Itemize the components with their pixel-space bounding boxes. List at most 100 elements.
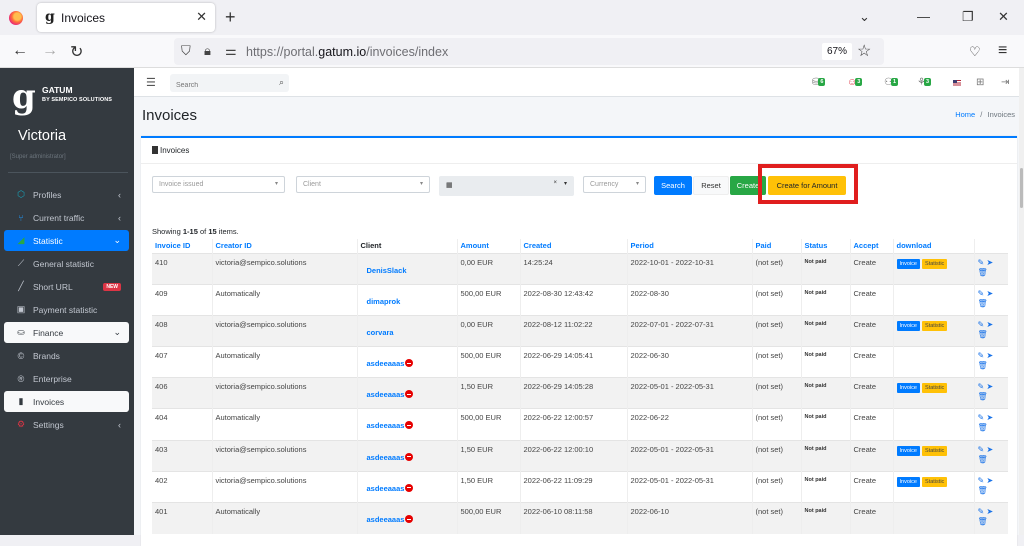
header-download[interactable]: download	[892, 239, 974, 253]
edit-icon[interactable]: ✎	[978, 445, 985, 454]
send-icon[interactable]: ➤	[986, 445, 993, 454]
client-link[interactable]: asdeeaaas	[367, 484, 405, 493]
reset-button[interactable]: Reset	[693, 176, 729, 195]
minimize-icon[interactable]: —	[917, 9, 930, 24]
edit-icon[interactable]: ✎	[978, 507, 985, 516]
send-icon[interactable]: ➤	[986, 382, 993, 391]
client-link[interactable]: asdeeaaas	[367, 453, 405, 462]
notifications-money-icon[interactable]: ⛁6	[812, 77, 826, 88]
send-icon[interactable]: ➤	[986, 507, 993, 516]
header-invoice-id[interactable]: Invoice ID	[152, 239, 212, 253]
sidebar-item-statistic[interactable]: ◢ Statistic ⌄	[4, 230, 129, 251]
gatum-logo-icon[interactable]: g	[12, 80, 36, 114]
search-button[interactable]: Search	[654, 176, 692, 195]
header-amount[interactable]: Amount	[456, 239, 520, 253]
delete-icon[interactable]: 🗑︎	[978, 455, 988, 464]
header-period[interactable]: Period	[626, 239, 752, 253]
delete-icon[interactable]: 🗑︎	[978, 299, 988, 308]
user-name[interactable]: Victoria	[18, 128, 66, 144]
client-link[interactable]: asdeeaaas	[367, 515, 405, 524]
delete-icon[interactable]: 🗑︎	[978, 486, 988, 495]
download-statistic-button[interactable]: Statistic	[922, 445, 948, 456]
edit-icon[interactable]: ✎	[978, 289, 985, 298]
currency-select[interactable]: Currency ▾	[583, 176, 646, 193]
header-created[interactable]: Created	[519, 239, 627, 253]
shield-icon[interactable]: ⛉	[181, 43, 191, 59]
header-accept[interactable]: Accept	[849, 239, 893, 253]
new-tab-icon[interactable]: +	[225, 7, 236, 28]
requests-icon[interactable]: ⚘3	[917, 77, 932, 88]
pocket-icon[interactable]: ♡	[969, 44, 981, 60]
delete-icon[interactable]: 🗑︎	[978, 517, 988, 526]
close-tab-icon[interactable]: ✕	[196, 9, 207, 25]
send-icon[interactable]: ➤	[986, 476, 993, 485]
send-icon[interactable]: ➤	[986, 320, 993, 329]
url-text[interactable]: https://portal.gatum.io/invoices/index	[246, 45, 448, 59]
us-flag-icon[interactable]	[953, 80, 961, 86]
client-link[interactable]: DenisSlack	[367, 266, 407, 275]
permissions-icon[interactable]: ⚌	[225, 43, 237, 59]
download-statistic-button[interactable]: Statistic	[922, 320, 948, 331]
search-input[interactable]	[170, 76, 265, 95]
forward-icon[interactable]: →	[42, 42, 58, 60]
client-link[interactable]: dimaprok	[367, 297, 401, 306]
browser-tab[interactable]: g Invoices ✕	[37, 3, 215, 32]
sidebar-item-settings[interactable]: ⚙ Settings ‹	[4, 414, 129, 435]
menu-toggle-icon[interactable]: ☰	[146, 76, 156, 89]
grid-icon[interactable]: ⊞	[976, 77, 984, 88]
send-icon[interactable]: ➤	[986, 413, 993, 422]
app-menu-icon[interactable]: ≡	[998, 42, 1007, 60]
edit-icon[interactable]: ✎	[978, 351, 985, 360]
send-icon[interactable]: ➤	[986, 351, 993, 360]
send-icon[interactable]: ➤	[986, 289, 993, 298]
reload-icon[interactable]: ↻	[70, 42, 83, 62]
client-link[interactable]: corvara	[367, 328, 394, 337]
download-statistic-button[interactable]: Statistic	[922, 476, 948, 487]
firefox-icon[interactable]	[9, 11, 23, 25]
edit-icon[interactable]: ✎	[978, 476, 985, 485]
sidebar-item-payment-statistic[interactable]: ▣ Payment statistic	[4, 299, 129, 320]
download-invoice-button[interactable]: Invoice	[896, 445, 920, 456]
bookmark-star-icon[interactable]: ☆	[857, 41, 871, 61]
sidebar-item-short-url[interactable]: ╱ Short URL NEW	[4, 276, 129, 297]
delete-icon[interactable]: 🗑︎	[978, 330, 988, 339]
download-statistic-button[interactable]: Statistic	[922, 383, 948, 394]
users-icon[interactable]: ⚇1	[884, 77, 899, 88]
sidebar-item-finance[interactable]: ⛀ Finance ⌄	[4, 322, 129, 343]
sidebar-item-brands[interactable]: © Brands	[4, 345, 129, 366]
header-paid[interactable]: Paid	[751, 239, 801, 253]
header-creator-id[interactable]: Creator ID	[211, 239, 357, 253]
delete-icon[interactable]: 🗑︎	[978, 361, 988, 370]
breadcrumb-home[interactable]: Home	[955, 110, 975, 119]
restore-icon[interactable]: ❐	[962, 9, 974, 25]
sidebar-item-current-traffic[interactable]: ⑂ Current traffic ‹	[4, 207, 129, 228]
delete-icon[interactable]: 🗑︎	[978, 268, 988, 277]
lock-icon[interactable]: 🔒︎	[204, 43, 211, 59]
download-invoice-button[interactable]: Invoice	[896, 258, 920, 269]
client-link[interactable]: asdeeaaas	[367, 421, 405, 430]
url-bar[interactable]: ⛉ 🔒︎ ⚌ https://portal.gatum.io/invoices/…	[174, 38, 884, 65]
sidebar-item-general-statistic[interactable]: ⟋ General statistic	[4, 253, 129, 274]
download-statistic-button[interactable]: Statistic	[922, 258, 948, 269]
sidebar-item-profiles[interactable]: ⬡ Profiles ‹	[4, 184, 129, 205]
download-invoice-button[interactable]: Invoice	[896, 383, 920, 394]
back-icon[interactable]: ←	[12, 42, 28, 60]
edit-icon[interactable]: ✎	[978, 413, 985, 422]
invoice-issued-select[interactable]: Invoice issued ▾	[152, 176, 285, 193]
zoom-level[interactable]: 67%	[822, 43, 853, 60]
send-icon[interactable]: ➤	[986, 258, 993, 267]
clear-date-icon[interactable]: ×	[553, 180, 557, 186]
delete-icon[interactable]: 🗑︎	[978, 392, 988, 401]
client-link[interactable]: asdeeaaas	[367, 390, 405, 399]
support-icon[interactable]: ☺3	[847, 77, 863, 88]
edit-icon[interactable]: ✎	[978, 258, 985, 267]
scrollbar-thumb[interactable]	[1020, 168, 1023, 208]
client-select[interactable]: Client ▾	[296, 176, 430, 193]
sidebar-item-invoices[interactable]: ▮ Invoices	[4, 391, 129, 412]
tab-list-chevron-icon[interactable]: ⌄	[859, 9, 870, 25]
download-invoice-button[interactable]: Invoice	[896, 320, 920, 331]
sidebar-item-enterprise[interactable]: ® Enterprise	[4, 368, 129, 389]
edit-icon[interactable]: ✎	[978, 320, 985, 329]
page-scrollbar[interactable]	[1019, 68, 1024, 535]
delete-icon[interactable]: 🗑︎	[978, 423, 988, 432]
